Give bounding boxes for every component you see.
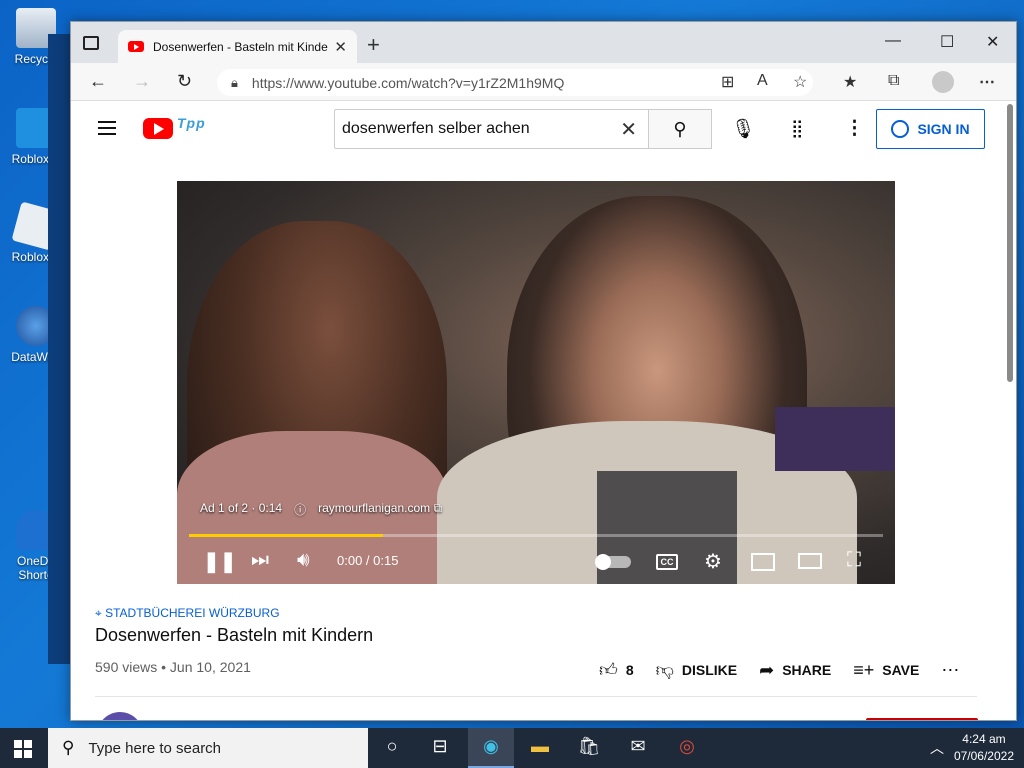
edge-icon: ◉ — [483, 736, 499, 756]
video-frame-card — [775, 407, 895, 471]
clock-time: 4:24 am — [962, 732, 1006, 746]
youtube-doodle[interactable]: Tpp — [177, 115, 206, 131]
video-title: Dosenwerfen - Basteln mit Kindern — [95, 625, 374, 645]
fullscreen-icon[interactable]: ⛶ — [847, 549, 861, 572]
save-button[interactable]: ≡+ SAVE — [853, 660, 919, 681]
youtube-logo-icon[interactable] — [143, 118, 173, 139]
taskbar: ⚲ Type here to search ○ ⊟ ◉ ▬ 🛍︎ ✉ ◎ ︿ 4… — [0, 728, 1024, 768]
taskbar-clock[interactable]: 4:24 am 07/06/2022 — [954, 731, 1014, 765]
video-actions: 👍︎ 8 👎︎ DISLIKE ➦ SHARE ≡+ SAVE ⋯ — [599, 659, 981, 681]
channel-avatar[interactable] — [97, 712, 143, 720]
read-aloud-icon[interactable]: A — [757, 72, 768, 90]
autoplay-toggle[interactable] — [595, 554, 631, 570]
background-window-edge — [48, 34, 70, 664]
forward-arrow-icon[interactable]: → — [133, 71, 151, 92]
store-icon[interactable]: 🛍︎ — [577, 736, 601, 760]
volume-icon[interactable]: 🔊︎ — [297, 549, 310, 572]
captions-icon[interactable]: CC — [656, 554, 678, 570]
pause-icon[interactable]: ❚❚ — [203, 549, 237, 574]
profile-avatar[interactable] — [932, 71, 954, 93]
share-label: SHARE — [782, 662, 832, 678]
show-hidden-icons-icon[interactable]: ︿ — [930, 738, 944, 758]
mail-icon[interactable]: ✉ — [626, 736, 650, 760]
menu-icon[interactable] — [98, 121, 116, 135]
windows-start-icon[interactable] — [14, 740, 32, 758]
player-time: 0:00 / 0:15 — [337, 553, 399, 568]
user-icon — [891, 120, 910, 138]
sign-in-button[interactable]: SIGN IN — [876, 109, 985, 149]
settings-gear-icon[interactable]: ⚙ — [704, 549, 722, 574]
video-meta: 590 views • Jun 10, 2021 — [95, 659, 251, 675]
new-tab-icon[interactable]: + — [367, 32, 380, 58]
taskbar-search-placeholder: Type here to search — [88, 739, 222, 757]
youtube-header: Tpp dosenwerfen selber achen ✕ ⚲ 🎙︎ ⣿ ⋮ … — [71, 101, 1003, 157]
address-bar: ← → ↻ 🔒︎ https://www.youtube.com/watch?v… — [71, 63, 1016, 101]
thumbs-down-icon: 👎︎ — [655, 660, 674, 680]
like-button[interactable]: 👍︎ 8 — [599, 659, 634, 681]
microphone-icon[interactable]: 🎙︎ — [731, 117, 755, 141]
divider — [95, 696, 977, 697]
ad-progress-fill — [189, 534, 384, 537]
like-count: 8 — [625, 662, 634, 678]
sign-in-label: SIGN IN — [917, 121, 970, 137]
youtube-page: Tpp dosenwerfen selber achen ✕ ⚲ 🎙︎ ⣿ ⋮ … — [71, 101, 1003, 720]
search-icon: ⚲ — [673, 118, 687, 139]
subscribe-button[interactable] — [866, 718, 978, 720]
search-icon: ⚲ — [62, 738, 75, 757]
save-label: SAVE — [882, 662, 920, 678]
clock-date: 07/06/2022 — [953, 749, 1014, 763]
youtube-favicon-icon — [128, 41, 144, 52]
settings-menu-icon[interactable]: ⋮ — [845, 117, 864, 140]
thumbs-up-icon: 👍︎ — [599, 660, 618, 680]
player-controls: ❚❚ ⏭︎ 🔊︎ 0:00 / 0:15 CC ⚙ ⛶ — [177, 543, 895, 581]
app-available-icon[interactable]: ⊞ — [721, 72, 734, 92]
close-window-icon[interactable]: ✕ — [986, 32, 999, 52]
file-explorer-icon[interactable]: ▬ — [528, 736, 552, 760]
refresh-icon[interactable]: ↻ — [177, 71, 192, 92]
browser-window: Dosenwerfen - Basteln mit Kinde ✕ + — ☐ … — [70, 21, 1017, 721]
url-text: https://www.youtube.com/watch?v=y1rZ2M1h… — [251, 74, 565, 91]
edge-taskbar-item[interactable]: ◉ — [468, 728, 514, 768]
add-to-playlist-icon: ≡+ — [853, 659, 875, 680]
search-input[interactable]: dosenwerfen selber achen ✕ — [334, 109, 649, 149]
cortana-icon[interactable]: ○ — [380, 736, 404, 760]
advertiser-link[interactable]: raymourflanigan.com ⧉ — [318, 501, 442, 518]
miniplayer-icon[interactable] — [751, 553, 775, 571]
apps-grid-icon[interactable]: ⣿ — [791, 119, 803, 139]
search-input-value: dosenwerfen selber achen — [342, 120, 530, 137]
ad-counter: Ad 1 of 2 · 0:14 — [200, 501, 283, 515]
next-icon[interactable]: ⏭︎ — [251, 549, 269, 572]
search-button[interactable]: ⚲ — [648, 109, 712, 149]
dislike-button[interactable]: 👎︎ DISLIKE — [656, 659, 738, 681]
more-options-icon[interactable]: ⋯ — [979, 72, 995, 92]
add-favorite-icon[interactable]: ☆ — [793, 72, 807, 92]
dislike-label: DISLIKE — [681, 662, 738, 678]
ad-progress-bar[interactable] — [189, 534, 883, 537]
chrome-icon[interactable]: ◎ — [675, 736, 699, 760]
more-actions-icon[interactable]: ⋯ — [941, 660, 959, 681]
taskbar-search[interactable]: ⚲ Type here to search — [48, 728, 368, 768]
lock-icon: 🔒︎ — [231, 74, 238, 90]
info-icon[interactable]: ⓘ — [294, 501, 306, 518]
favorites-icon[interactable]: ★ — [843, 72, 857, 92]
video-location[interactable]: ⌖ STADTBÜCHEREI WÜRZBURG — [95, 606, 280, 621]
collections-icon[interactable]: ⧉ — [888, 72, 899, 90]
back-arrow-icon[interactable]: ← — [89, 71, 107, 92]
maximize-icon[interactable]: ☐ — [940, 32, 954, 52]
title-bar: Dosenwerfen - Basteln mit Kinde ✕ + — ☐ … — [71, 22, 1016, 63]
theater-mode-icon[interactable] — [798, 553, 822, 569]
video-player[interactable]: Ad 1 of 2 · 0:14 ⓘ raymourflanigan.com ⧉… — [177, 181, 895, 584]
page-scrollbar[interactable] — [1007, 104, 1013, 382]
task-view-icon[interactable]: ⊟ — [428, 736, 452, 760]
share-icon: ➦ — [759, 659, 775, 680]
tab-youtube[interactable]: Dosenwerfen - Basteln mit Kinde ✕ — [118, 30, 357, 63]
tab-actions-icon[interactable] — [83, 36, 99, 50]
tab-title: Dosenwerfen - Basteln mit Kinde — [153, 39, 328, 54]
ad-info: Ad 1 of 2 · 0:14 ⓘ raymourflanigan.com ⧉ — [200, 501, 442, 518]
share-button[interactable]: ➦ SHARE — [759, 660, 831, 681]
close-tab-icon[interactable]: ✕ — [334, 38, 347, 56]
minimize-icon[interactable]: — — [885, 32, 901, 50]
clear-search-icon[interactable]: ✕ — [620, 117, 637, 142]
location-pin-icon: ⌖ — [95, 606, 106, 620]
